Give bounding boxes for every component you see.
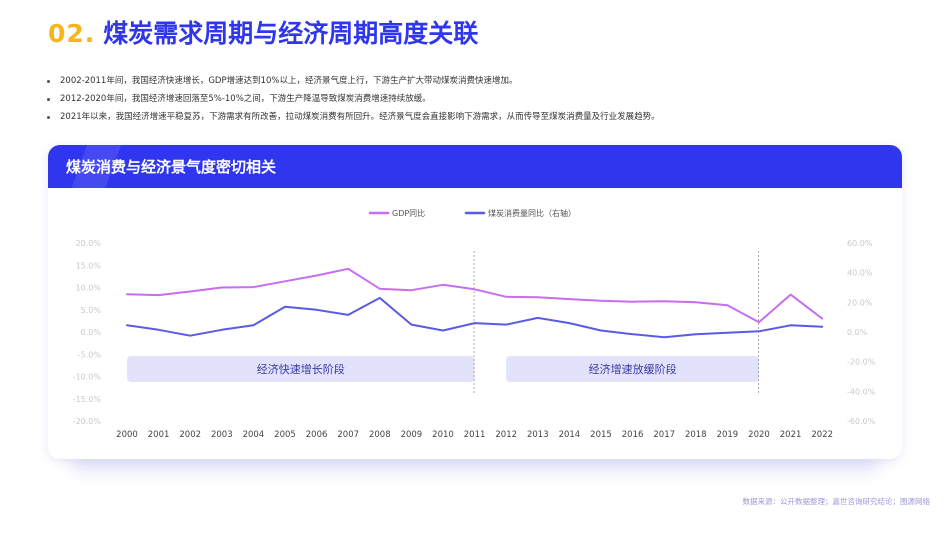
x-tick: 2011 — [464, 430, 486, 440]
x-tick: 2000 — [116, 430, 138, 440]
series-line — [126, 267, 824, 324]
x-tick: 2003 — [211, 430, 233, 440]
x-tick: 2014 — [559, 430, 581, 440]
bullet-item: 2002-2011年间，我国经济快速增长，GDP增速达到10%以上，经济景气度上… — [46, 72, 660, 90]
y-left-tick: -5.0% — [78, 350, 102, 359]
title-text: 煤炭需求周期与经济周期高度关联 — [103, 19, 479, 48]
x-tick: 2008 — [369, 430, 391, 440]
x-tick: 2002 — [179, 430, 201, 440]
bullet-item: 2021年以来，我国经济增速平稳复苏，下游需求有所改善，拉动煤炭消费有所回升。经… — [46, 108, 660, 126]
x-tick: 2004 — [243, 430, 265, 440]
phase-label: 经济快速增长阶段 — [257, 362, 345, 376]
y-right-tick: 0.0% — [847, 328, 868, 337]
x-tick: 2022 — [811, 430, 833, 440]
source-note: 数据来源：公开数据整理；嘉世咨询研究结论；图源网络 — [742, 497, 931, 506]
x-tick: 2021 — [780, 430, 802, 440]
x-tick: 2016 — [622, 430, 644, 440]
legend-label: 煤炭消费量同比（右轴） — [488, 208, 576, 218]
y-left-tick: -10.0% — [73, 373, 102, 382]
y-right-tick: 40.0% — [847, 269, 873, 278]
y-right-tick: -60.0% — [847, 417, 876, 426]
y-left-tick: 20.0% — [76, 239, 102, 248]
y-left-tick: -15.0% — [73, 395, 102, 404]
x-tick: 2020 — [748, 430, 770, 440]
y-right-tick: -40.0% — [847, 387, 876, 396]
chart-panel: 煤炭消费与经济景气度密切相关 经济快速增长阶段 经济增速放缓阶段 20.0% 15.0… — [48, 145, 902, 459]
y-left-tick: 10.0% — [76, 284, 102, 293]
x-tick: 2005 — [274, 430, 296, 440]
y-right-tick: 20.0% — [847, 298, 873, 307]
title-number: 02. — [48, 19, 96, 48]
x-tick: 2012 — [495, 430, 517, 440]
x-tick: 2017 — [653, 430, 675, 440]
x-tick: 2001 — [148, 430, 170, 440]
y-left-tick: 0.0% — [81, 328, 102, 337]
x-tick: 2018 — [685, 430, 707, 440]
legend-label: GDP同比 — [392, 208, 425, 218]
x-tick: 2019 — [717, 430, 739, 440]
bullet-list: 2002-2011年间，我国经济快速增长，GDP增速达到10%以上，经济景气度上… — [46, 72, 660, 126]
x-tick: 2009 — [401, 430, 423, 440]
x-tick: 2015 — [590, 430, 612, 440]
bullet-item: 2012-2020年间，我国经济增速回落至5%-10%之间，下游生产降温导致煤炭… — [46, 90, 660, 108]
y-right-tick: 60.0% — [847, 239, 873, 248]
x-tick: 2010 — [432, 430, 454, 440]
y-left-tick: -20.0% — [73, 417, 102, 426]
y-left-tick: 5.0% — [81, 306, 102, 315]
x-tick: 2007 — [337, 430, 359, 440]
line-chart: 经济快速增长阶段 经济增速放缓阶段 20.0% 15.0% 10.0% 5.0% 0.0% -… — [73, 208, 876, 440]
x-tick: 2013 — [527, 430, 549, 440]
page-title: 02. 煤炭需求周期与经济周期高度关联 — [48, 14, 478, 50]
phase-label: 经济增速放缓阶段 — [589, 362, 677, 376]
y-right-tick: -20.0% — [847, 358, 876, 367]
y-left-tick: 15.0% — [76, 261, 102, 270]
x-tick: 2006 — [306, 430, 328, 440]
